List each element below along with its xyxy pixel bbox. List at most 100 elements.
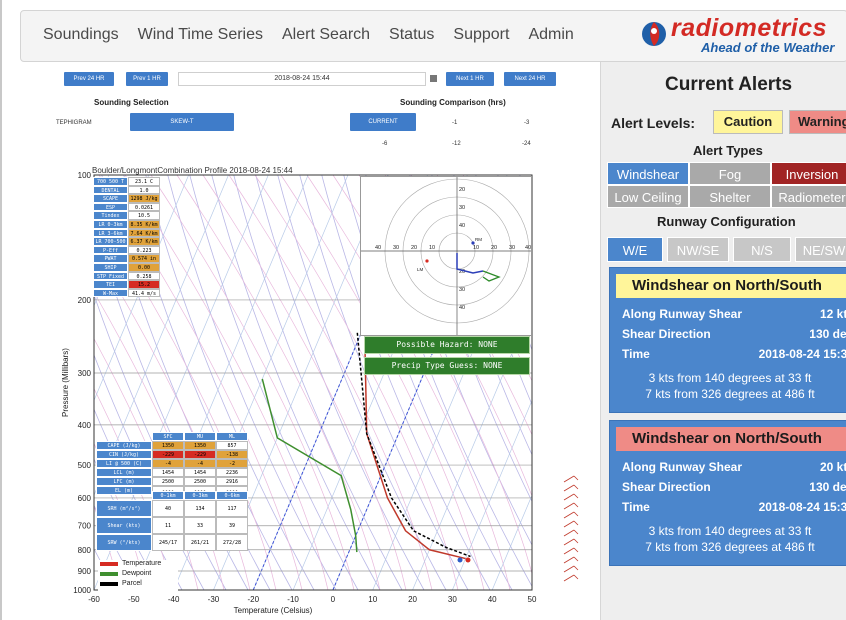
hodo-tick: 40 — [459, 305, 465, 311]
along-shear-label: Along Runway Shear — [622, 307, 743, 321]
row-label: LCL (m) — [96, 468, 152, 477]
alert-card[interactable]: Windshear on North/South Along Runway Sh… — [609, 267, 846, 413]
wind-barb — [563, 493, 575, 501]
wind-barb — [563, 547, 575, 555]
x-tick-label: -20 — [247, 595, 259, 604]
wind-barb — [573, 547, 579, 553]
table-cell: -229 — [184, 450, 216, 459]
current-alerts-title: Current Alerts — [665, 74, 793, 95]
x-tick-label: 50 — [528, 595, 537, 604]
wind-barb — [573, 511, 579, 517]
dry-adiabat — [2, 175, 6, 590]
table-header: 0-6km — [216, 491, 248, 500]
type-shelter[interactable]: Shelter — [689, 185, 771, 208]
row-label: LFC (m) — [96, 477, 152, 486]
y-tick-label: 200 — [78, 296, 92, 305]
index-label: TEI — [93, 280, 128, 289]
index-label: Tindex — [93, 211, 128, 220]
index-label: 700 500 T — [93, 177, 128, 186]
index-value: 7.64 K/km — [128, 228, 160, 238]
surface-temp-marker — [465, 557, 471, 563]
x-tick-label: -50 — [128, 595, 140, 604]
x-tick-label: -40 — [168, 595, 180, 604]
hodo-trace-low — [456, 253, 484, 274]
index-value: 0.258 — [128, 271, 160, 281]
index-value: 0.00 — [128, 262, 160, 272]
wind-barb — [573, 484, 579, 490]
row-label: LI @ 500 (C) — [96, 459, 152, 468]
table-cell: 1350 — [152, 441, 184, 450]
table-row: LI @ 500 (C) -4 -4 -2 — [96, 459, 248, 468]
index-row: SCAPE 1298 J/kg — [93, 194, 160, 203]
table-cell: 261/21 — [184, 534, 216, 551]
hodo-tick: 30 — [509, 245, 515, 251]
type-radiometer[interactable]: Radiometer — [771, 185, 846, 208]
index-label: LR 0-3km — [93, 219, 128, 229]
along-shear-label: Along Runway Shear — [622, 460, 743, 474]
index-value: 0.0261 — [128, 202, 160, 212]
hodo-trace-high — [482, 270, 501, 282]
x-tick-label: 10 — [368, 595, 377, 604]
table-row: SRW (°/kts) 245/17 261/21 272/28 — [96, 534, 248, 551]
wind-barb — [563, 502, 575, 510]
x-tick-label: -10 — [287, 595, 299, 604]
along-shear-value: 12 kts — [819, 307, 846, 321]
hodo-tick: 30 — [459, 205, 465, 211]
legend-parcel: Parcel — [122, 580, 142, 587]
x-tick-label: -30 — [208, 595, 220, 604]
runway-nwse[interactable]: NW/SE — [667, 237, 729, 262]
hazard-box: Possible Hazard: NONE — [364, 336, 530, 354]
caution-chip[interactable]: Caution — [713, 110, 783, 134]
table-cell: 2500 — [184, 477, 216, 486]
wind-barb — [573, 556, 579, 562]
precip-box: Precip Type Guess: NONE — [364, 357, 530, 375]
table-cell: 245/17 — [152, 534, 184, 551]
runway-nesw[interactable]: NE/SW — [795, 237, 846, 262]
table-cell: 33 — [184, 517, 216, 534]
index-label: W-Max — [93, 288, 128, 298]
warning-chip[interactable]: Warning — [789, 110, 846, 134]
table-row: LCL (m) 1454 1454 2236 — [96, 468, 248, 477]
x-tick-label: 20 — [408, 595, 417, 604]
dry-adiabat — [2, 175, 50, 590]
alert-card-title: Windshear on North/South — [616, 427, 846, 451]
alert-note-1: 3 kts from 140 degrees at 33 ft — [648, 371, 812, 385]
wind-barb — [563, 520, 575, 528]
y-tick-label: 600 — [78, 494, 92, 503]
index-value: 6.37 K/km — [128, 237, 160, 246]
index-label: STP Fixed — [93, 271, 128, 281]
type-inversion[interactable]: Inversion — [771, 162, 846, 185]
runway-ns[interactable]: N/S — [733, 237, 791, 262]
type-windshear[interactable]: Windshear — [607, 162, 689, 185]
index-value: 41.4 m/s — [128, 288, 160, 298]
row-label: SRW (°/kts) — [96, 534, 152, 551]
wind-barb — [573, 538, 579, 544]
table-cell: 40 — [152, 500, 184, 517]
surface-dewpoint-marker — [457, 557, 463, 563]
wind-barb — [573, 475, 579, 481]
index-row: 700 500 T 23.1 C — [93, 177, 160, 186]
y-tick-label: 1000 — [73, 586, 91, 595]
index-label: SHIP — [93, 262, 128, 272]
y-tick-label: 400 — [78, 421, 92, 430]
table-cell: -4 — [152, 459, 184, 468]
index-label: LR 700-500 — [93, 237, 128, 246]
runway-we[interactable]: W/E — [607, 237, 663, 262]
hodo-label: RM — [475, 237, 482, 242]
x-tick-label: 40 — [488, 595, 497, 604]
table-cell: 2916 — [216, 477, 248, 486]
wind-barb — [563, 574, 575, 582]
table-cell: 2500 — [152, 477, 184, 486]
index-row: LR 700-500 6.37 K/km — [93, 237, 160, 246]
x-tick-label: 0 — [331, 595, 336, 604]
type-low-ceiling[interactable]: Low Ceiling — [607, 185, 689, 208]
type-fog[interactable]: Fog — [689, 162, 771, 185]
table-cell: 39 — [216, 517, 248, 534]
hodo-tick: 10 — [473, 245, 479, 251]
y-tick-label: 900 — [78, 567, 92, 576]
index-value: 0.574 in — [128, 254, 160, 263]
index-value: 23.1 C — [128, 177, 160, 186]
index-row: DENTAL 1.0 — [93, 185, 160, 195]
alert-card[interactable]: Windshear on North/South Along Runway Sh… — [609, 420, 846, 566]
wind-barb — [573, 529, 579, 535]
